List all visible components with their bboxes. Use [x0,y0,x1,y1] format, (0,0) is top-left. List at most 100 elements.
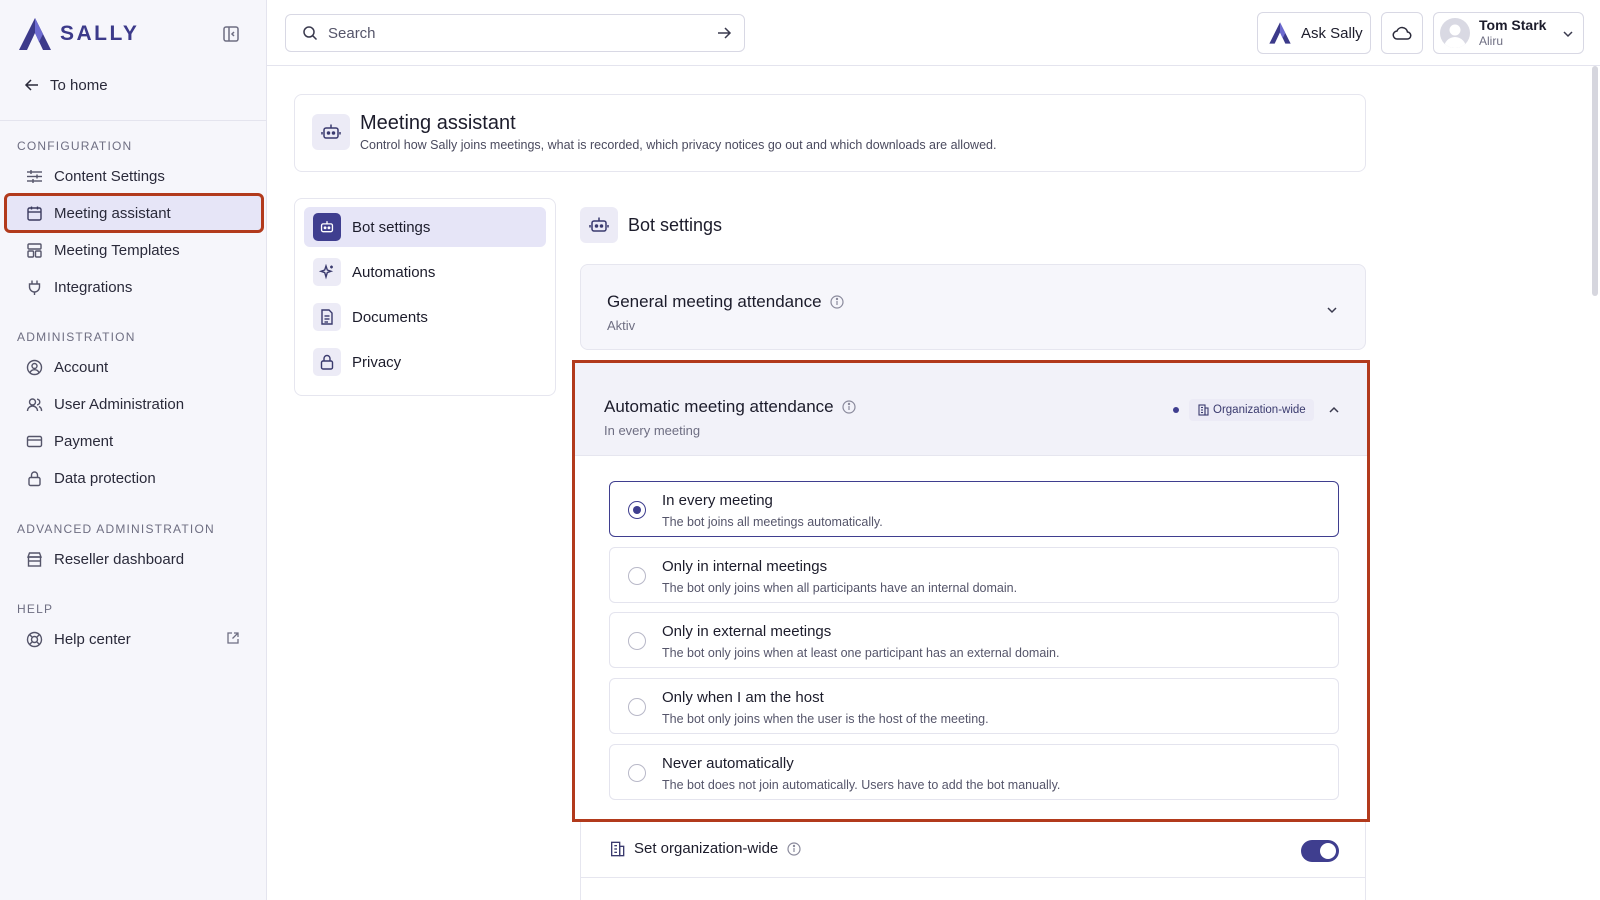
sidebar-item-payment[interactable]: Payment [6,423,262,459]
submenu-item-documents[interactable]: Documents [304,297,546,337]
attendance-option-internal[interactable]: Only in internal meetings The bot only j… [609,547,1339,603]
general-attendance-title: General meeting attendance [607,292,822,311]
automatic-attendance-status: In every meeting [604,423,701,438]
page-subtitle: Control how Sally joins meetings, what i… [360,138,997,152]
attendance-option-host[interactable]: Only when I am the host The bot only joi… [609,678,1339,734]
automatic-attendance-header[interactable]: Automatic meeting attendance In every me… [575,363,1367,456]
submenu-item-bot-settings[interactable]: Bot settings [304,207,546,247]
search-input[interactable] [328,24,706,42]
ask-sally-label: Ask Sally [1301,24,1363,42]
sally-logo-icon [1269,22,1291,44]
submenu-icon-tile [313,303,341,331]
submenu-item-automations[interactable]: Automations [304,252,546,292]
sidebar-item-label: User Administration [54,395,185,413]
info-icon[interactable] [842,400,856,414]
calendar-icon [27,206,42,221]
sidebar-item-account[interactable]: Account [6,349,262,385]
page-header-card: Meeting assistant Control how Sally join… [294,94,1366,172]
organization-wide-label-row: Set organization-wide [609,840,801,857]
external-link-icon [227,632,239,644]
sidebar-item-reseller-dashboard[interactable]: Reseller dashboard [6,541,262,577]
section-title: Bot settings [628,214,723,235]
page-title: Meeting assistant [360,112,516,134]
sidebar-item-data-protection[interactable]: Data protection [6,460,262,496]
submenu-item-label: Bot settings [352,218,431,236]
section-icon-tile [580,207,618,243]
attendance-option-external[interactable]: Only in external meetings The bot only j… [609,612,1339,668]
user-avatar-icon [1444,24,1466,48]
info-icon[interactable] [829,295,844,309]
template-icon [27,242,42,258]
sidebar-divider [0,120,267,121]
section-heading: Bot settings [580,207,722,243]
to-home-label: To home [50,76,108,94]
top-bar: Ask Sally Tom Stark Aliru [267,0,1600,66]
info-icon[interactable] [787,841,801,856]
section-label-help: HELP [17,602,54,616]
sidebar-item-label: Payment [54,432,114,450]
sidebar-item-label: Content Settings [54,167,165,185]
option-description: The bot only joins when at least one par… [662,646,1060,660]
submenu-item-privacy[interactable]: Privacy [304,342,546,382]
section-label-configuration: CONFIGURATION [17,139,133,153]
organization-wide-toggle[interactable] [1301,840,1339,862]
sidebar-item-user-administration[interactable]: User Administration [6,386,262,422]
option-title: Only in external meetings [662,623,832,640]
radio-button[interactable] [628,698,646,716]
sidebar-item-integrations[interactable]: Integrations [6,269,262,305]
page-scrollbar[interactable] [1592,66,1598,296]
automatic-attendance-title: Automatic meeting attendance [604,397,834,416]
option-description: The bot joins all meetings automatically… [662,515,883,529]
users-icon [26,397,43,411]
general-attendance-panel[interactable]: General meeting attendance Aktiv [580,264,1366,350]
status-dot [1173,407,1179,413]
cloud-sync-button[interactable] [1381,12,1423,54]
brand-logo[interactable]: SALLY [16,16,139,52]
sidebar-item-meeting-templates[interactable]: Meeting Templates [6,232,262,268]
collapse-sidebar-button[interactable] [222,25,242,43]
ask-sally-button[interactable]: Ask Sally [1257,12,1371,54]
sidebar-item-label: Meeting assistant [54,204,171,222]
organization-wide-row: Set organization-wide [580,822,1366,878]
radio-button[interactable] [628,501,646,519]
arrow-left-icon [24,79,38,91]
sidebar-item-label: Help center [54,630,131,648]
sidebar-item-help-center[interactable]: Help center [6,621,262,657]
credit-card-icon [26,435,43,447]
sidebar-item-meeting-assistant[interactable]: Meeting assistant [4,193,264,233]
building-icon [611,841,625,856]
sparkle-icon [319,264,334,280]
cloud-icon [1392,26,1412,40]
radio-button[interactable] [628,632,646,650]
attendance-option-every-meeting[interactable]: In every meeting The bot joins all meeti… [609,481,1339,537]
radio-button[interactable] [628,764,646,782]
submenu-icon-tile [313,213,341,241]
to-home-link[interactable]: To home [24,72,108,98]
chevron-down-icon[interactable] [1325,303,1339,317]
user-menu-button[interactable]: Tom Stark Aliru [1433,12,1584,54]
lock-icon [320,354,334,370]
submenu-item-label: Documents [352,308,428,326]
bot-icon [321,124,341,139]
plug-icon [28,280,41,295]
general-attendance-title-row: General meeting attendance [607,292,844,312]
sidebar-item-label: Reseller dashboard [54,550,185,568]
general-attendance-status: Aktiv [607,318,636,333]
sidebar-item-label: Meeting Templates [54,241,180,259]
sidebar-item-label: Account [54,358,109,376]
submenu-item-label: Privacy [352,353,402,371]
option-title: Only in internal meetings [662,558,828,575]
automatic-attendance-panel: Automatic meeting attendance In every me… [572,360,1370,822]
organization-wide-badge: Organization-wide [1189,399,1314,421]
brand-name: SALLY [60,22,140,45]
sidebar-item-content-settings[interactable]: Content Settings [6,158,262,194]
next-setting-row [580,878,1366,900]
arrow-right-icon[interactable] [716,25,732,41]
radio-button[interactable] [628,567,646,585]
lifebuoy-icon [26,631,43,647]
chevron-up-icon[interactable] [1327,403,1341,417]
attendance-option-never[interactable]: Never automatically The bot does not joi… [609,744,1339,800]
search-box[interactable] [285,14,745,52]
building-icon [1198,404,1209,416]
user-circle-icon [26,359,43,375]
